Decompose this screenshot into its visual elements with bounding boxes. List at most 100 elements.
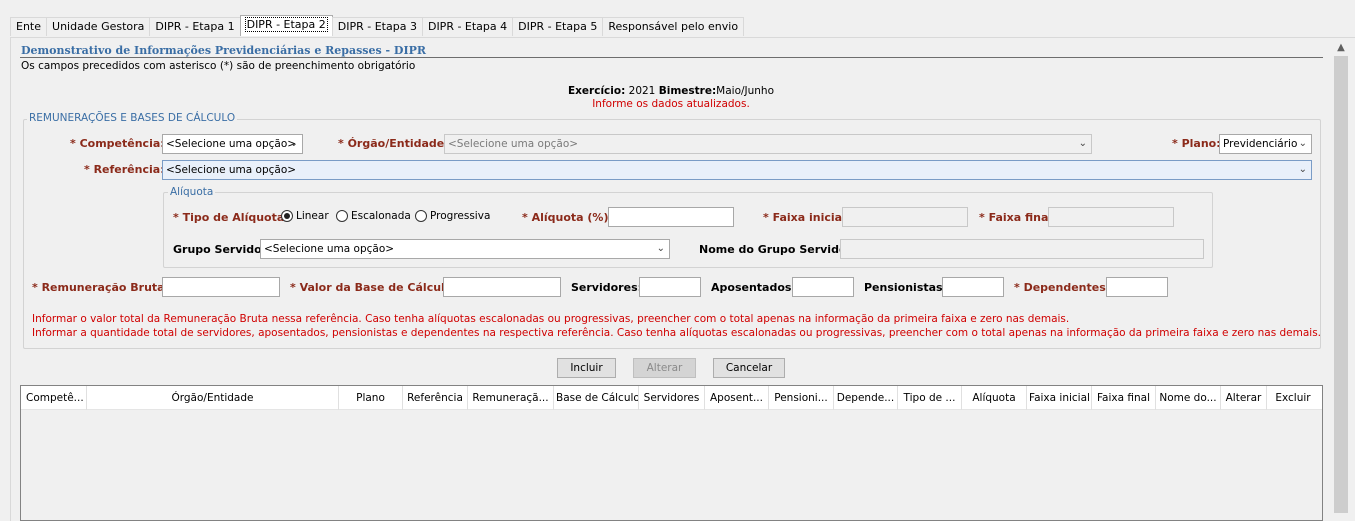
- remuneracao-input[interactable]: [162, 277, 280, 297]
- faixa-inicial-label: * Faixa inicial:: [763, 211, 851, 224]
- col-competencia[interactable]: Competê...: [21, 386, 87, 410]
- note-remuneracao: Informar o valor total da Remuneração Br…: [32, 313, 1070, 325]
- pensionistas-label: Pensionistas:: [864, 281, 948, 294]
- col-excluir[interactable]: Excluir: [1267, 386, 1319, 410]
- radio-label: Escalonada: [351, 210, 411, 222]
- exercicio-label: Exercício:: [567, 85, 626, 97]
- col-base-calculo[interactable]: Base de Cálculo: [554, 386, 639, 410]
- radio-linear[interactable]: Linear: [281, 210, 329, 222]
- nome-grupo-label: Nome do Grupo Servidor:: [699, 243, 857, 256]
- orgao-label: * Órgão/Entidade:: [338, 137, 449, 150]
- radio-escalonada[interactable]: Escalonada: [336, 210, 411, 222]
- tab-dipr-etapa-2[interactable]: DIPR - Etapa 2: [239, 15, 333, 36]
- tab-dipr-etapa-1[interactable]: DIPR - Etapa 1: [149, 17, 241, 36]
- referencia-select[interactable]: <Selecione uma opção> ⌄: [162, 160, 1312, 180]
- col-dependentes[interactable]: Depende...: [834, 386, 898, 410]
- tab-label: DIPR - Etapa 5: [518, 20, 598, 33]
- chevron-down-icon: ⌄: [1078, 138, 1087, 149]
- radio-empty-icon: [415, 210, 427, 222]
- tab-label: DIPR - Etapa 1: [155, 20, 235, 33]
- competencia-value: <Selecione uma opção>: [166, 138, 297, 150]
- faixa-final-input[interactable]: [1048, 207, 1174, 227]
- col-faixa-inicial[interactable]: Faixa inicial: [1027, 386, 1092, 410]
- col-referencia[interactable]: Referência: [403, 386, 468, 410]
- col-servidores[interactable]: Servidores: [639, 386, 705, 410]
- competencia-select[interactable]: <Selecione uma opção> ⌄: [162, 134, 303, 154]
- tab-bar: Ente Unidade Gestora DIPR - Etapa 1 DIPR…: [10, 15, 745, 36]
- chevron-down-icon: ⌄: [1298, 138, 1307, 149]
- scroll-thumb[interactable]: [1334, 56, 1348, 513]
- radio-empty-icon: [336, 210, 348, 222]
- plano-label: * Plano:: [1172, 137, 1221, 150]
- dependentes-input[interactable]: [1106, 277, 1168, 297]
- tab-dipr-etapa-4[interactable]: DIPR - Etapa 4: [421, 17, 514, 36]
- col-faixa-final[interactable]: Faixa final: [1092, 386, 1156, 410]
- tab-label: DIPR - Etapa 4: [427, 20, 508, 33]
- base-calculo-label: * Valor da Base de Cálculo:: [290, 281, 457, 294]
- nome-grupo-input[interactable]: [840, 239, 1204, 259]
- plano-select[interactable]: Previdenciário ⌄: [1219, 134, 1312, 154]
- cancelar-button[interactable]: Cancelar: [713, 358, 785, 378]
- page-title: Demonstrativo de Informações Previdenciá…: [21, 44, 427, 57]
- chevron-down-icon: ⌄: [289, 138, 298, 149]
- alterar-button[interactable]: Alterar: [633, 358, 696, 378]
- tab-dipr-etapa-5[interactable]: DIPR - Etapa 5: [512, 17, 604, 36]
- note-quantidade: Informar a quantidade total de servidore…: [32, 327, 1322, 339]
- plano-value: Previdenciário: [1223, 138, 1298, 150]
- pensionistas-input[interactable]: [942, 277, 1004, 297]
- chevron-down-icon: ⌄: [1298, 164, 1307, 175]
- col-plano[interactable]: Plano: [339, 386, 403, 410]
- competencia-label: * Competência:: [70, 137, 165, 150]
- incluir-button[interactable]: Incluir: [557, 358, 616, 378]
- aliquota-legend: Alíquota: [168, 186, 216, 198]
- chevron-down-icon: ⌄: [656, 243, 665, 254]
- remuneracao-label: * Remuneração Bruta:: [32, 281, 169, 294]
- table-body: [21, 410, 1322, 520]
- base-calculo-input[interactable]: [443, 277, 561, 297]
- dependentes-label: * Dependentes:: [1014, 281, 1111, 294]
- tab-ente[interactable]: Ente: [10, 17, 48, 36]
- aliquota-label: * Alíquota (%):: [522, 211, 613, 224]
- table-header: Competê... Órgão/Entidade Plano Referênc…: [21, 386, 1322, 410]
- page-subtitle: Os campos precedidos com asterisco (*) s…: [21, 60, 416, 72]
- faixa-inicial-input[interactable]: [842, 207, 968, 227]
- radio-progressiva[interactable]: Progressiva: [415, 210, 490, 222]
- tab-label: DIPR - Etapa 3: [337, 20, 417, 33]
- orgao-value: <Selecione uma opção>: [448, 138, 579, 150]
- orgao-select[interactable]: <Selecione uma opção> ⌄: [444, 134, 1092, 154]
- remuneracoes-legend: REMUNERAÇÕES E BASES DE CÁLCULO: [27, 112, 238, 124]
- servidores-label: Servidores:: [571, 281, 643, 294]
- radio-selected-icon: [281, 210, 293, 222]
- vertical-scrollbar[interactable]: ▲: [1332, 39, 1350, 521]
- tab-dipr-etapa-3[interactable]: DIPR - Etapa 3: [331, 17, 423, 36]
- tab-label: Ente: [16, 20, 42, 33]
- col-aposentados[interactable]: Aposent...: [705, 386, 769, 410]
- col-remuneracao[interactable]: Remuneraçã...: [468, 386, 554, 410]
- col-orgao[interactable]: Órgão/Entidade: [87, 386, 339, 410]
- exercicio-value: 2021: [628, 85, 656, 97]
- aliquota-input[interactable]: [608, 207, 734, 227]
- referencia-value: <Selecione uma opção>: [166, 164, 297, 176]
- col-aliquota[interactable]: Alíquota: [962, 386, 1027, 410]
- tab-unidade-gestora[interactable]: Unidade Gestora: [46, 17, 151, 36]
- aposentados-label: Aposentados:: [711, 281, 796, 294]
- tab-responsavel-envio[interactable]: Responsável pelo envio: [602, 17, 745, 36]
- bimestre-value: Maio/Junho: [716, 85, 775, 97]
- exercise-info: Exercício: 2021 Bimestre:Maio/Junho: [0, 85, 1342, 97]
- referencia-label: * Referência:: [84, 163, 165, 176]
- update-warning: Informe os dados atualizados.: [592, 98, 750, 110]
- servidores-input[interactable]: [639, 277, 701, 297]
- col-alterar[interactable]: Alterar: [1221, 386, 1267, 410]
- col-nome-grupo[interactable]: Nome do...: [1156, 386, 1221, 410]
- aposentados-input[interactable]: [792, 277, 854, 297]
- tipo-aliquota-label: * Tipo de Alíquota:: [173, 211, 289, 224]
- grupo-servidor-select[interactable]: <Selecione uma opção> ⌄: [260, 239, 670, 259]
- tab-label: DIPR - Etapa 2: [244, 17, 328, 32]
- col-tipo[interactable]: Tipo de ...: [898, 386, 962, 410]
- grupo-servidor-value: <Selecione uma opção>: [264, 243, 395, 255]
- records-table[interactable]: Competê... Órgão/Entidade Plano Referênc…: [20, 385, 1323, 521]
- radio-label: Linear: [296, 210, 329, 222]
- col-pensionistas[interactable]: Pensioni...: [769, 386, 834, 410]
- header-divider: [20, 57, 1323, 58]
- scroll-up-icon[interactable]: ▲: [1332, 39, 1350, 56]
